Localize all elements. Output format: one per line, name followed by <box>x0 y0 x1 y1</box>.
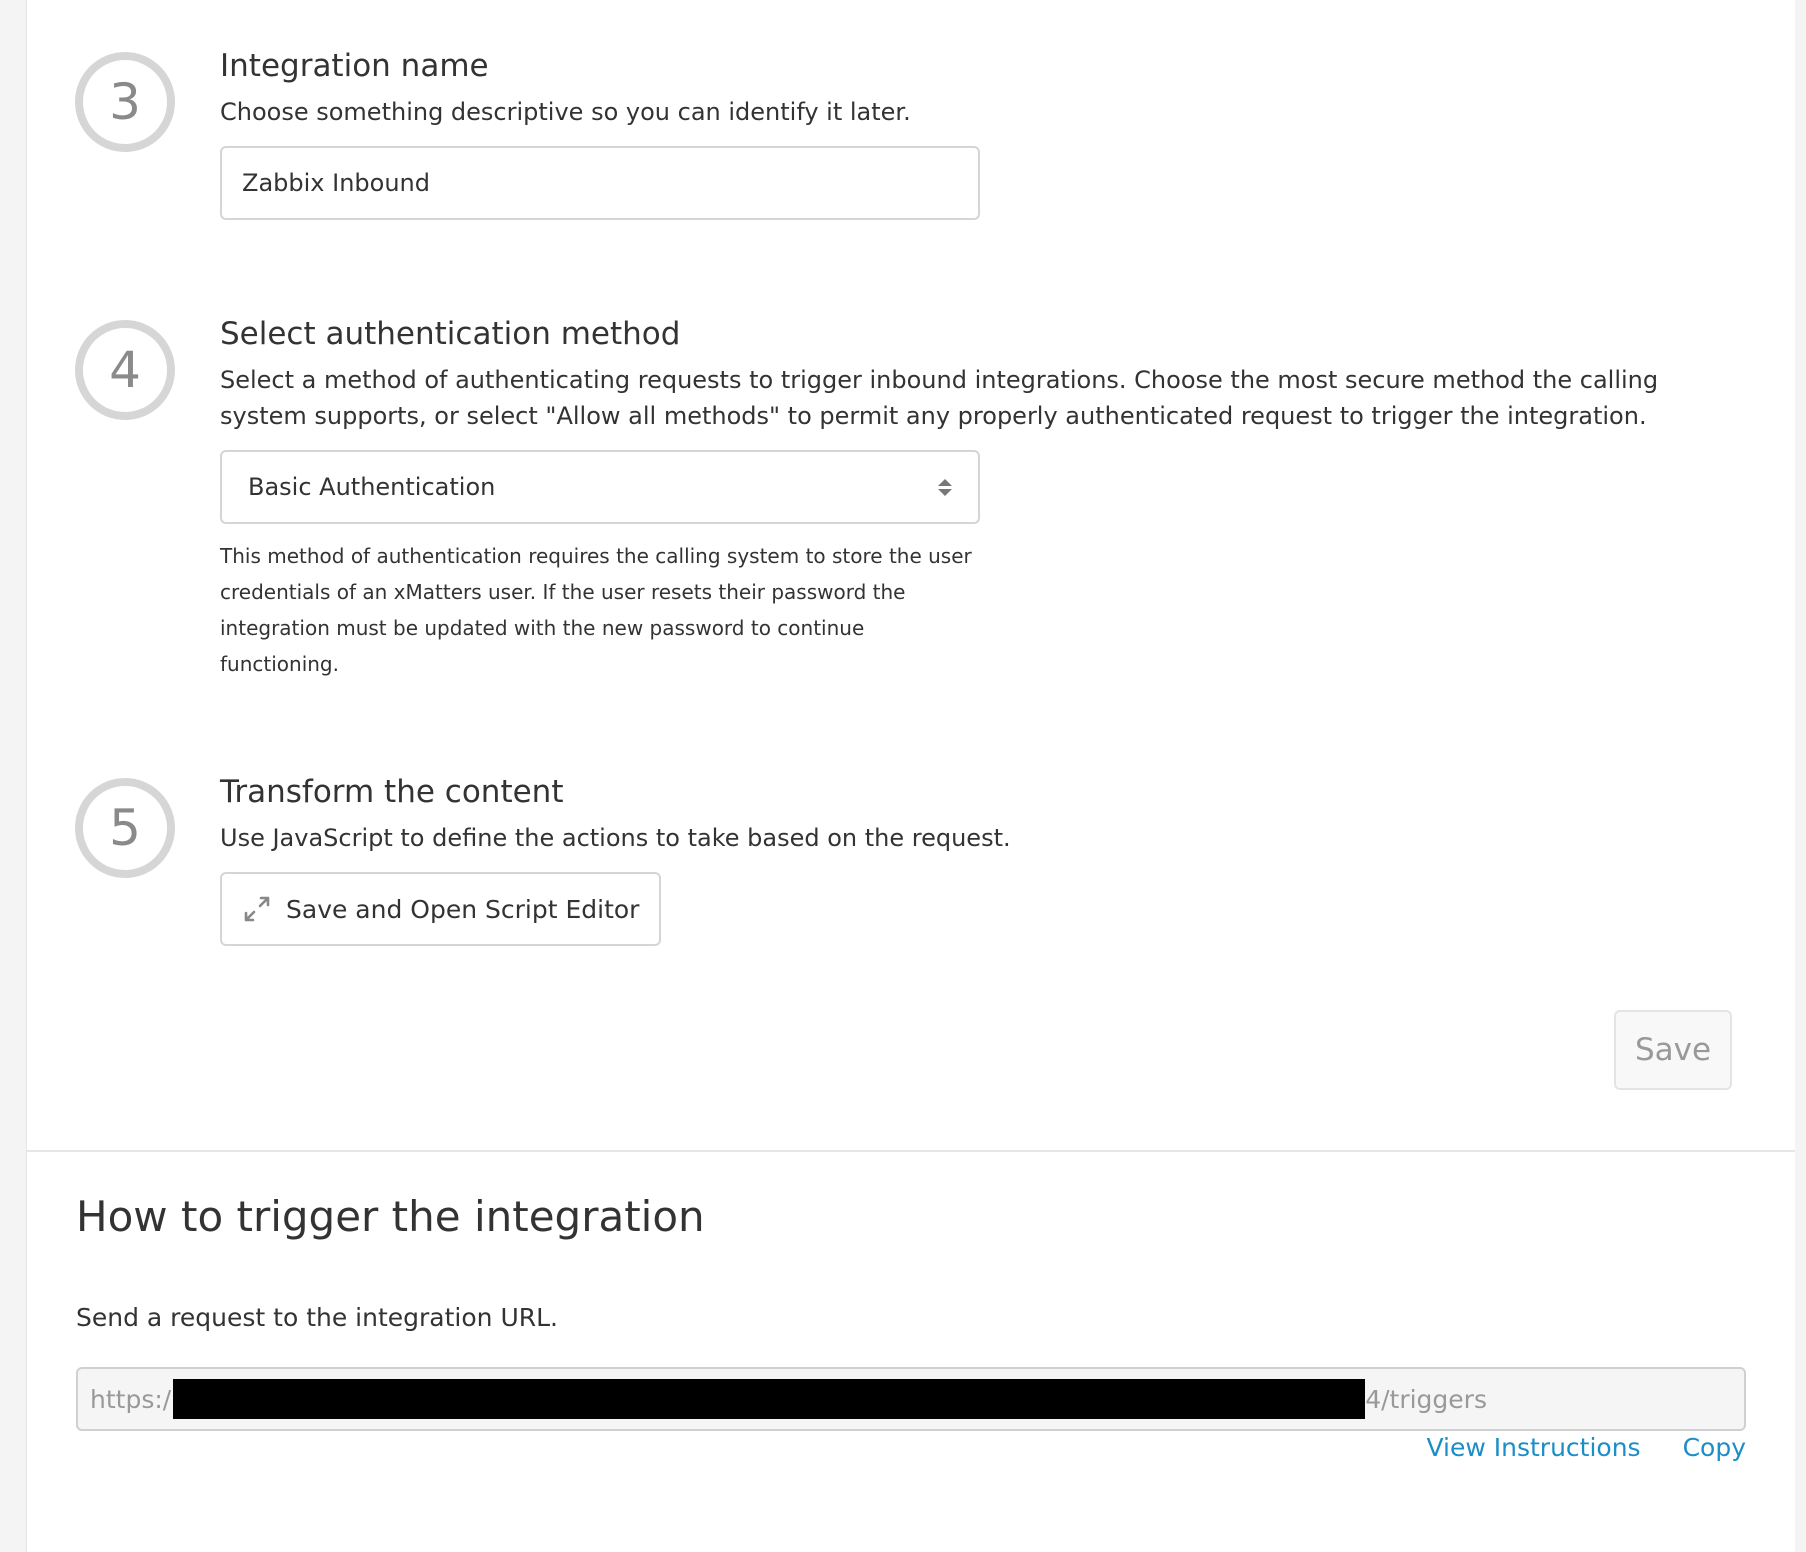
save-button[interactable]: Save <box>1614 1010 1732 1090</box>
step-number-circle: 4 <box>75 320 175 420</box>
url-suffix: 4/triggers <box>1365 1384 1487 1414</box>
step-number: 5 <box>109 799 141 857</box>
copy-link[interactable]: Copy <box>1683 1430 1746 1466</box>
step-number-circle: 5 <box>75 778 175 878</box>
step-number: 3 <box>109 73 141 131</box>
step-title: Select authentication method <box>220 316 681 352</box>
step-description: Use JavaScript to define the actions to … <box>220 824 1011 852</box>
url-redacted-block <box>173 1379 1366 1419</box>
step-description: Choose something descriptive so you can … <box>220 98 911 126</box>
section-divider <box>27 1150 1795 1152</box>
authentication-help-text: This method of authentication requires t… <box>220 544 972 676</box>
step-number-circle: 3 <box>75 52 175 152</box>
save-and-open-script-editor-button[interactable]: Save and Open Script Editor <box>220 872 662 946</box>
step-description: Select a method of authenticating reques… <box>220 366 1659 430</box>
select-value: Basic Authentication <box>248 473 496 501</box>
page-panel: 3 Integration name Choose something desc… <box>26 0 1795 1552</box>
integration-url-field[interactable]: https:/ 4/triggers <box>76 1367 1746 1431</box>
expand-icon <box>244 896 270 922</box>
step-title: Transform the content <box>220 774 564 810</box>
step-title: Integration name <box>220 48 489 84</box>
trigger-section-description: Send a request to the integration URL. <box>76 1303 558 1332</box>
select-arrows-icon <box>938 478 952 496</box>
integration-name-input[interactable] <box>220 146 980 220</box>
trigger-section-title: How to trigger the integration <box>76 1192 705 1241</box>
url-prefix: https:/ <box>90 1384 172 1414</box>
url-actions: View Instructions Copy <box>1426 1430 1746 1466</box>
view-instructions-link[interactable]: View Instructions <box>1426 1430 1640 1466</box>
script-editor-button-label: Save and Open Script Editor <box>286 894 640 924</box>
step-number: 4 <box>109 341 141 399</box>
authentication-method-select[interactable]: Basic Authentication <box>220 450 980 524</box>
